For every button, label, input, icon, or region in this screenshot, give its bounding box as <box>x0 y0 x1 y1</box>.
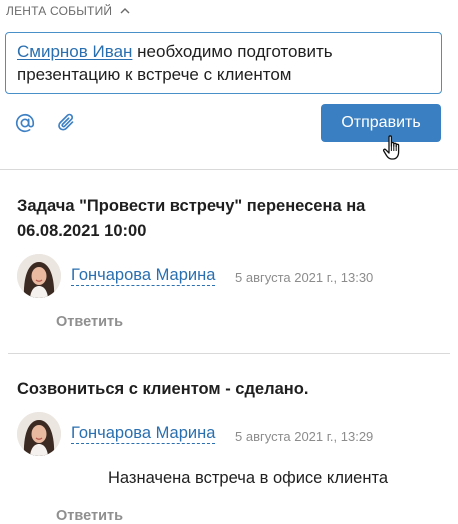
divider <box>8 353 450 354</box>
event-timestamp: 5 августа 2021 г., 13:30 <box>235 270 374 285</box>
event-title: Созвониться с клиентом - сделано. <box>17 380 309 398</box>
divider <box>0 169 458 170</box>
mention-link[interactable]: Смирнов Иван <box>17 42 132 61</box>
paperclip-icon[interactable] <box>56 112 78 134</box>
send-button[interactable]: Отправить <box>321 104 441 142</box>
feed-title: ЛЕНТА СОБЫТИЙ <box>6 4 113 18</box>
at-icon[interactable] <box>14 112 36 134</box>
avatar[interactable] <box>17 412 61 456</box>
avatar[interactable] <box>17 254 61 298</box>
feed-header[interactable]: ЛЕНТА СОБЫТИЙ <box>6 4 131 18</box>
composer-toolbar <box>14 112 78 134</box>
message-input[interactable]: Смирнов Иван необходимо подготовить през… <box>5 32 442 94</box>
event-timestamp: 5 августа 2021 г., 13:29 <box>235 429 374 444</box>
comment-text: Назначена встреча в офисе клиента <box>108 469 389 487</box>
chevron-up-icon[interactable] <box>119 5 131 17</box>
reply-link[interactable]: Ответить <box>56 314 123 330</box>
event-title: Задача "Провести встречу" перенесена на … <box>17 197 366 240</box>
author-link[interactable]: Гончарова Марина <box>71 424 216 444</box>
author-link[interactable]: Гончарова Марина <box>71 266 216 286</box>
